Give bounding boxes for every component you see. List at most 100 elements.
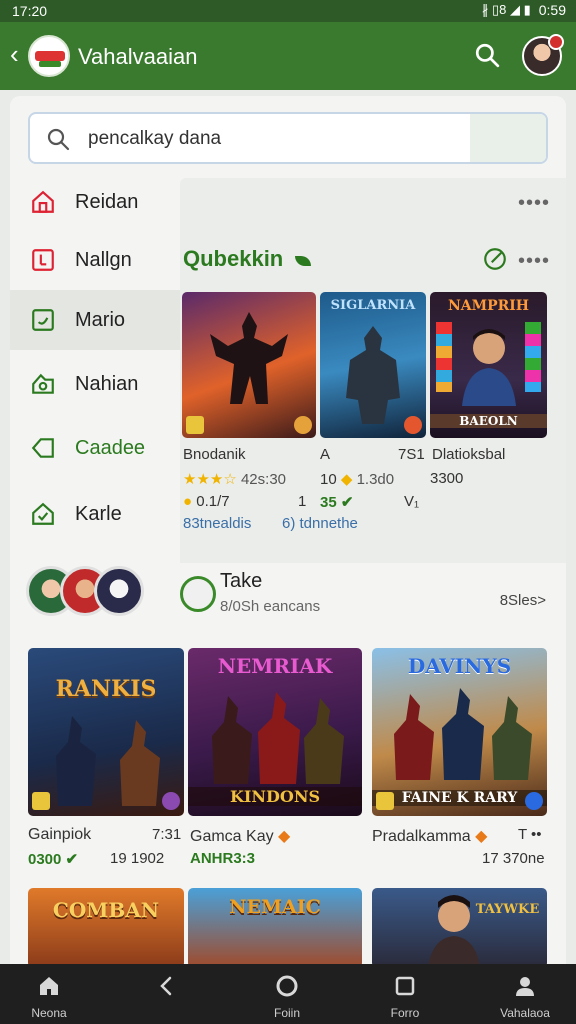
search-icon[interactable]	[474, 42, 500, 68]
game-caption: NEMAIC	[229, 896, 321, 918]
game-thumbnail[interactable]: NEMAIC	[188, 888, 362, 968]
user-avatar[interactable]	[522, 34, 564, 76]
take-section-icon	[180, 576, 216, 612]
nav-item-home-circle[interactable]: Foiin	[242, 964, 332, 1024]
square-icon	[395, 976, 415, 996]
sidebar-item-label: Caadee	[75, 436, 146, 459]
back-icon	[160, 976, 172, 996]
game-name-row: Pradalkamma ◆	[372, 828, 488, 845]
screen-panel-right	[525, 322, 541, 392]
platform-badge-icon	[376, 792, 394, 810]
app-logo	[28, 35, 70, 77]
search-input[interactable]	[88, 126, 468, 152]
sidebar-item-label: Mario	[75, 308, 126, 331]
app-title: Vahalvaaian	[78, 44, 198, 69]
nav-item-home[interactable]: Neona	[4, 964, 94, 1024]
game-subcaption: KINDONS	[188, 787, 362, 806]
game-name-row: Gamca Kay ◆	[190, 828, 291, 845]
shield-icon	[28, 499, 58, 529]
game-link[interactable]: 83tnealdis	[183, 515, 251, 532]
diamond-icon: ◆	[475, 828, 488, 845]
more-options-icon[interactable]: ••••	[518, 250, 550, 273]
search-bar[interactable]	[28, 112, 548, 164]
game-meta: T ••	[518, 826, 542, 843]
edit-icon[interactable]	[482, 246, 508, 272]
game-thumbnail[interactable]: TAYWKE	[372, 888, 547, 968]
game-name: Gainpiok	[28, 826, 92, 843]
status-bar: 17:20 ∦ ▯8 ◢ ▮ 0:59	[0, 0, 576, 22]
rating-badge-icon	[404, 416, 422, 434]
price-row: ANHR3:3	[190, 850, 256, 867]
sidebar-item-label: Karle	[75, 502, 122, 525]
coin-icon: ●	[183, 493, 193, 510]
sidebar-item-label: Nahian	[75, 372, 139, 395]
game-subcaption: FAINE K RARY	[372, 790, 547, 806]
nav-item-profile[interactable]: Vahalaoa	[480, 964, 570, 1024]
rating-badge-icon	[162, 792, 180, 810]
avatar	[94, 566, 144, 616]
rating-row: ★★★☆ 42s:30	[183, 471, 287, 488]
leaf-icon	[295, 256, 312, 266]
game-thumbnail[interactable]: DAVINYS FAINE K RARY	[372, 648, 547, 816]
game-thumbnail[interactable]	[182, 292, 316, 438]
circle-icon	[276, 975, 298, 997]
notification-badge	[548, 34, 564, 50]
game-meta: 19 1902	[110, 850, 165, 867]
game-caption: NAMPRIH	[447, 298, 530, 314]
sidebar-item-caadee[interactable]: Caadee	[28, 426, 178, 470]
app-bar: ‹ Vahalvaaian	[0, 22, 576, 90]
sidebar-item-label: Nallgn	[75, 248, 132, 271]
man-figure	[462, 329, 516, 406]
sidebar-item-label: Reidan	[75, 190, 139, 213]
more-options-icon[interactable]: ••••	[518, 192, 550, 215]
sidebar-item-nahian[interactable]: Nahian	[28, 362, 178, 406]
platform-badge-icon	[32, 792, 50, 810]
friends-avatars[interactable]	[26, 566, 146, 618]
game-subcaption: BAEOLN	[430, 414, 547, 428]
status-icons: ∦ ▯8 ◢ ▮	[481, 2, 531, 17]
sidebar-item-mario[interactable]: Mario	[28, 298, 178, 342]
nav-item-back[interactable]	[122, 964, 212, 1024]
price-row: 0300 ✔	[28, 851, 79, 868]
game-link[interactable]: 6) tdnnethe	[282, 515, 358, 532]
square-icon	[28, 305, 58, 335]
platform-badge-icon	[186, 416, 204, 434]
take-subtitle: 8/0Sh eancans	[220, 598, 321, 615]
rating-row: 3300	[430, 470, 464, 487]
check-icon: ✔	[65, 851, 79, 868]
game-thumbnail[interactable]: SIGLARNIA	[320, 292, 426, 438]
game-caption: TAYWKE	[475, 902, 540, 917]
game-thumbnail[interactable]: COMBAN	[28, 888, 184, 968]
sidebar-item-karle[interactable]: Karle	[28, 492, 178, 536]
game-icon	[28, 369, 58, 399]
bookmark-icon	[28, 245, 58, 275]
status-time: 17:20	[12, 3, 48, 19]
game-thumbnail[interactable]: NAMPRIH BAEOLN	[430, 292, 547, 438]
diamond-icon: ◆	[340, 471, 353, 488]
sidebar-item-reidan[interactable]: Reidan	[28, 180, 178, 224]
game-meta: 1	[298, 493, 307, 510]
star-rating-icon: ★★★☆	[183, 471, 237, 488]
see-all-link[interactable]: 8Sles>	[500, 592, 546, 609]
heroes-figure	[394, 688, 532, 780]
back-arrow-icon[interactable]: ‹	[10, 40, 19, 68]
game-caption: RANKIS	[55, 676, 157, 702]
game-caption: DAVINYS	[407, 654, 512, 678]
take-title: Take	[220, 570, 263, 592]
bottom-navigation: Neona Foiin Forro Vahalaoa	[0, 964, 576, 1024]
diamond-icon: ◆	[278, 828, 291, 845]
game-thumbnail[interactable]: RANKIS	[28, 648, 184, 816]
heroes-figure	[212, 692, 344, 784]
featured-section-title: Qubekkin	[183, 246, 312, 272]
game-caption: NEMRIAK	[217, 654, 333, 678]
nav-item-recents[interactable]: Forro	[360, 964, 450, 1024]
home-icon	[40, 977, 58, 995]
status-clock: 0:59	[538, 2, 566, 18]
play-badge-icon	[525, 792, 543, 810]
search-icon	[47, 128, 70, 151]
game-thumbnail[interactable]: NEMRIAK KINDONS	[188, 648, 362, 816]
sidebar-item-nallgn[interactable]: Nallgn	[28, 238, 178, 282]
game-name: A	[320, 446, 331, 463]
person-icon	[516, 977, 534, 996]
game-name: Bnodanik	[183, 446, 246, 463]
